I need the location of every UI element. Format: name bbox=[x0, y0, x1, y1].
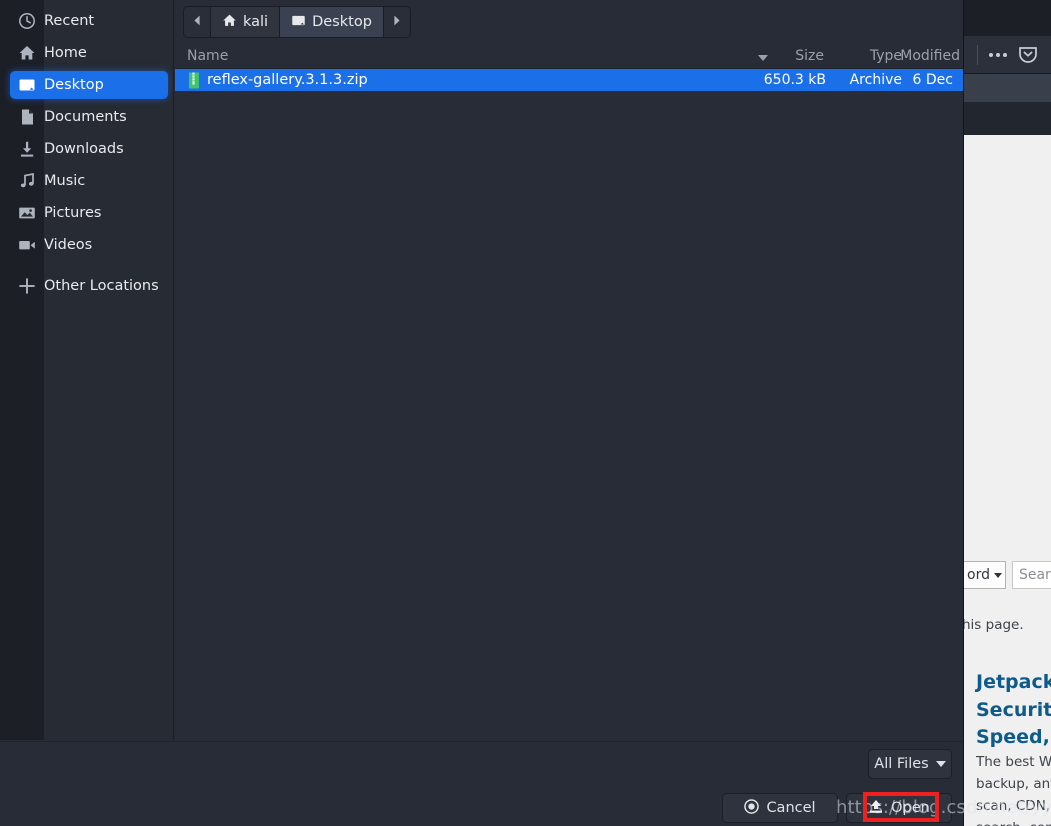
sidebar-item-label: Other Locations bbox=[44, 278, 159, 294]
more-actions-icon[interactable] bbox=[983, 41, 1013, 69]
picture-icon bbox=[10, 204, 44, 222]
document-icon bbox=[10, 108, 44, 126]
video-icon bbox=[10, 236, 44, 254]
breadcrumb: kali Desktop bbox=[183, 6, 411, 38]
sidebar-item-downloads[interactable]: Downloads bbox=[10, 135, 168, 163]
screen: ord Searc his page. Jetpack - Security, … bbox=[0, 0, 1051, 826]
cancel-label: Cancel bbox=[766, 800, 816, 816]
column-header-modified[interactable]: Modified bbox=[900, 48, 960, 64]
file-modified: 6 Dec bbox=[912, 72, 953, 88]
places-sidebar: Recent Home Desktop Documents Downloads … bbox=[0, 0, 174, 740]
search-scope-select[interactable]: ord bbox=[962, 561, 1006, 589]
sidebar-item-documents[interactable]: Documents bbox=[10, 103, 168, 131]
sidebar-item-recent[interactable]: Recent bbox=[10, 7, 168, 35]
file-chooser-dialog: Recent Home Desktop Documents Downloads … bbox=[0, 0, 964, 826]
sidebar-item-label: Documents bbox=[44, 109, 127, 125]
cancel-button[interactable]: Cancel bbox=[722, 793, 838, 823]
download-icon bbox=[10, 140, 44, 158]
chevron-down-icon bbox=[993, 572, 1002, 578]
breadcrumb-item-kali[interactable]: kali bbox=[211, 7, 281, 37]
sidebar-item-label: Downloads bbox=[44, 141, 124, 157]
breadcrumb-label: Desktop bbox=[312, 14, 372, 30]
desktop-icon bbox=[10, 76, 44, 94]
file-list[interactable]: reflex-gallery.3.1.3.zip 650.3 kB Archiv… bbox=[175, 69, 963, 740]
breadcrumb-item-desktop[interactable]: Desktop bbox=[280, 7, 384, 37]
music-icon bbox=[10, 172, 44, 190]
column-header-type[interactable]: Type bbox=[870, 48, 902, 64]
sidebar-item-label: Videos bbox=[44, 237, 93, 253]
breadcrumb-back-button[interactable] bbox=[184, 7, 211, 37]
desktop-icon bbox=[291, 13, 306, 32]
file-size: 650.3 kB bbox=[763, 72, 826, 88]
sort-descending-icon[interactable] bbox=[758, 55, 768, 61]
sidebar-item-label: Desktop bbox=[44, 77, 104, 93]
file-type: Archive bbox=[849, 72, 902, 88]
plugin-card-description: The best WP backup, anti scan, CDN, A se… bbox=[976, 754, 1051, 826]
sidebar-item-desktop[interactable]: Desktop bbox=[10, 71, 168, 99]
open-button[interactable]: Open bbox=[846, 793, 952, 823]
file-list-header: Name Size Type Modified bbox=[175, 44, 963, 69]
pocket-icon[interactable] bbox=[1013, 41, 1043, 69]
page-note-text: his page. bbox=[962, 617, 1024, 633]
chevron-down-icon bbox=[935, 761, 946, 767]
search-scope-value: ord bbox=[967, 567, 990, 583]
sidebar-item-pictures[interactable]: Pictures bbox=[10, 199, 168, 227]
cancel-icon bbox=[744, 798, 760, 818]
plugin-card-title[interactable]: Jetpack - Security, Speed, & bbox=[976, 669, 1051, 752]
sidebar-item-label: Home bbox=[44, 45, 87, 61]
sidebar-item-other-locations[interactable]: Other Locations bbox=[10, 272, 168, 300]
dialog-action-bar: All Files Cancel Open bbox=[0, 741, 963, 826]
sidebar-item-videos[interactable]: Videos bbox=[10, 231, 168, 259]
clock-icon bbox=[10, 12, 44, 30]
sidebar-item-home[interactable]: Home bbox=[10, 39, 168, 67]
plugin-search-placeholder: Searc bbox=[1018, 567, 1051, 583]
plugin-search-input[interactable]: Searc bbox=[1011, 561, 1051, 589]
sidebar-item-label: Pictures bbox=[44, 205, 102, 221]
plus-icon bbox=[10, 276, 44, 296]
plugin-search-row: ord Searc bbox=[962, 561, 1051, 589]
column-header-name[interactable]: Name bbox=[187, 48, 228, 64]
sidebar-item-label: Music bbox=[44, 173, 86, 189]
archive-icon bbox=[185, 72, 203, 89]
home-icon bbox=[10, 44, 44, 62]
file-filter-label: All Files bbox=[874, 756, 929, 772]
home-icon bbox=[222, 13, 237, 32]
toolbar-separator bbox=[977, 44, 978, 65]
chevron-left-icon bbox=[193, 14, 201, 30]
file-browser-pane: kali Desktop Name Size Type Modified ref… bbox=[175, 0, 963, 740]
file-filter-dropdown[interactable]: All Files bbox=[868, 749, 952, 779]
file-name: reflex-gallery.3.1.3.zip bbox=[207, 72, 368, 88]
breadcrumb-forward-button[interactable] bbox=[383, 7, 410, 37]
table-row[interactable]: reflex-gallery.3.1.3.zip 650.3 kB Archiv… bbox=[175, 69, 963, 91]
sidebar-item-label: Recent bbox=[44, 13, 95, 29]
sidebar-item-music[interactable]: Music bbox=[10, 167, 168, 195]
open-label: Open bbox=[891, 800, 930, 816]
chevron-right-icon bbox=[393, 14, 401, 30]
breadcrumb-label: kali bbox=[243, 14, 269, 30]
column-header-size[interactable]: Size bbox=[795, 48, 824, 64]
upload-icon bbox=[868, 799, 884, 818]
